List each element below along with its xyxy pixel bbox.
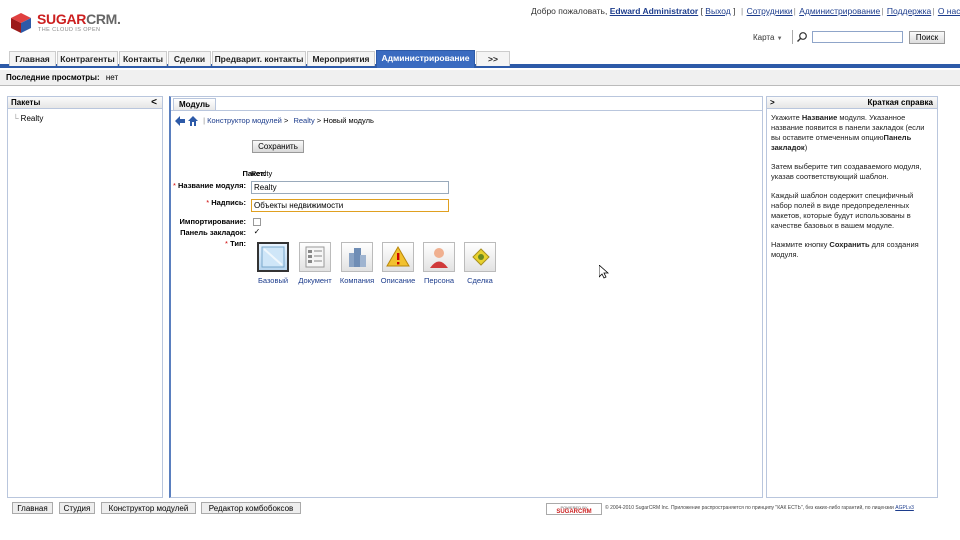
admin-link[interactable]: Администрирование xyxy=(799,6,880,16)
document-icon xyxy=(299,242,331,272)
importable-label: Импортирование: xyxy=(179,217,246,226)
tab-opportunities[interactable]: Сделки xyxy=(168,51,211,66)
breadcrumb-module-builder[interactable]: Конструктор модулей xyxy=(207,116,282,125)
tab-panel-label: Панель закладок: xyxy=(180,228,246,237)
back-arrow-icon[interactable] xyxy=(174,115,186,127)
tab-panel-checkbox[interactable]: ✓ xyxy=(253,228,261,237)
tab-activities[interactable]: Мероприятия xyxy=(307,51,375,66)
type-label: * Тип: xyxy=(225,239,246,248)
type-document[interactable]: Документ xyxy=(295,242,335,285)
type-issue[interactable]: Описание xyxy=(378,242,418,285)
tab-administration[interactable]: Администрирование xyxy=(376,50,475,68)
quick-help-header: > Краткая справка xyxy=(767,97,937,109)
caption-input[interactable] xyxy=(251,199,449,212)
logo-cube-icon xyxy=(11,13,31,33)
search-input[interactable] xyxy=(812,31,903,43)
footer-tab-dropdown-editor[interactable]: Редактор комбобоксов xyxy=(201,502,301,514)
type-sale[interactable]: Сделка xyxy=(460,242,500,285)
tab-leads[interactable]: Предварит. контакты xyxy=(212,51,306,66)
about-link[interactable]: О нас xyxy=(938,6,960,16)
copyright-text: © 2004-2010 SugarCRM Inc. Приложение рас… xyxy=(605,505,914,511)
tab-more[interactable]: >> xyxy=(476,51,510,66)
chevron-down-icon: ▼ xyxy=(776,36,783,42)
breadcrumb: | Конструктор модулей > Realty > Новый м… xyxy=(174,115,374,127)
sale-icon xyxy=(464,242,496,272)
quick-help-panel: > Краткая справка Укажите Название модул… xyxy=(766,96,938,498)
footer-tab-home[interactable]: Главная xyxy=(12,502,53,514)
person-icon xyxy=(423,242,455,272)
sugarcrm-logo[interactable]: SUGARCRM. THE CLOUD IS OPEN xyxy=(10,10,170,36)
collapse-left-icon[interactable]: < xyxy=(151,97,157,109)
search-icon[interactable] xyxy=(792,30,808,44)
expand-right-icon[interactable]: > xyxy=(770,98,775,107)
home-icon[interactable] xyxy=(187,115,199,127)
packages-header: Пакеты < xyxy=(8,97,162,109)
username-link[interactable]: Edward Administrator xyxy=(610,6,698,16)
welcome-text: Добро пожаловать, Edward Administrator [… xyxy=(531,6,736,16)
map-dropdown[interactable]: Карта ▼ xyxy=(753,33,783,42)
logout-link[interactable]: Выход xyxy=(705,6,730,16)
footer-tab-studio[interactable]: Студия xyxy=(59,502,95,514)
type-person[interactable]: Персона xyxy=(419,242,459,285)
recently-viewed-bar: Последние просмотры: нет xyxy=(0,70,960,86)
tab-contacts[interactable]: Контакты xyxy=(119,51,167,66)
footer-tab-module-builder[interactable]: Конструктор модулей xyxy=(101,502,196,514)
main-tabs: Главная Контрагенты Контакты Сделки Пред… xyxy=(0,50,960,68)
type-basic[interactable]: Базовый xyxy=(253,242,293,285)
tab-home[interactable]: Главная xyxy=(9,51,56,66)
issue-icon xyxy=(382,242,414,272)
module-name-label: * Название модуля: xyxy=(173,181,246,190)
type-company[interactable]: Компания xyxy=(337,242,377,285)
quick-help-title: Краткая справка xyxy=(867,98,933,107)
license-link[interactable]: AGPLv3 xyxy=(895,505,914,511)
breadcrumb-realty[interactable]: Realty xyxy=(293,116,314,125)
basic-icon xyxy=(257,242,289,272)
caption-label: * Надпись: xyxy=(206,198,246,207)
mouse-cursor-icon xyxy=(599,265,609,279)
importable-checkbox[interactable] xyxy=(253,218,261,226)
package-value: Realty xyxy=(251,169,273,178)
logo-brand: SUGARCRM. xyxy=(37,11,121,27)
employees-link[interactable]: Сотрудники xyxy=(747,6,793,16)
search-button[interactable]: Поиск xyxy=(909,31,945,44)
breadcrumb-current: Новый модуль xyxy=(323,115,374,125)
support-link[interactable]: Поддержка xyxy=(887,6,931,16)
save-button[interactable]: Сохранить xyxy=(252,140,304,153)
company-icon xyxy=(341,242,373,272)
tree-branch-icon: └ xyxy=(13,114,19,123)
tab-accounts[interactable]: Контрагенты xyxy=(57,51,118,66)
module-panel: Модуль | Конструктор модулей > Realty > … xyxy=(169,96,763,498)
module-tab[interactable]: Модуль xyxy=(173,98,216,110)
module-name-input[interactable] xyxy=(251,181,449,194)
quick-help-body: Укажите Название модуля. Указанное назва… xyxy=(771,113,925,259)
logo-tagline: THE CLOUD IS OPEN xyxy=(38,27,101,33)
packages-panel: Пакеты < └ Realty xyxy=(7,96,163,498)
tree-item-realty[interactable]: └ Realty xyxy=(13,114,43,123)
top-links: | Сотрудники| Администрирование| Поддерж… xyxy=(741,6,960,16)
powered-by-logo[interactable]: POWERED BY SUGARCRM xyxy=(546,503,602,515)
